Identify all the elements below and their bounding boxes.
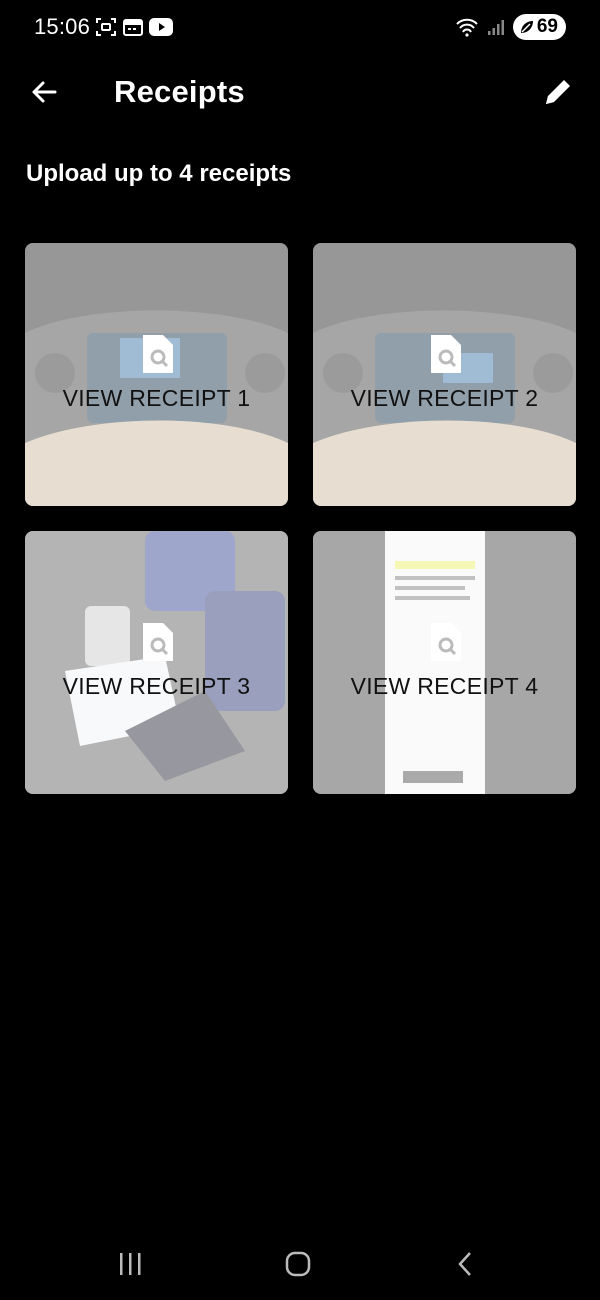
battery-level: 69: [536, 16, 558, 37]
system-back-button[interactable]: [436, 1244, 496, 1284]
wifi-icon: [456, 18, 478, 37]
youtube-icon: [149, 18, 173, 36]
edit-button[interactable]: [536, 70, 580, 114]
recent-apps-button[interactable]: [100, 1244, 160, 1284]
home-icon: [285, 1251, 311, 1277]
status-icons-right: 69: [455, 14, 566, 40]
battery-saver-leaf-icon: [520, 21, 533, 33]
arrow-left-icon: [32, 81, 57, 103]
status-icons-left: [95, 17, 173, 37]
status-bar: 15:06 69: [0, 0, 600, 56]
page-title: Receipts: [114, 74, 245, 109]
battery-indicator: 69: [512, 14, 566, 40]
receipt-card-2[interactable]: VIEW RECEIPT 2: [313, 243, 576, 506]
upload-instructions: Upload up to 4 receipts: [26, 160, 292, 187]
receipt-card-1[interactable]: VIEW RECEIPT 1: [25, 243, 288, 506]
view-receipt-label: VIEW RECEIPT 1: [62, 385, 251, 411]
view-receipt-label: VIEW RECEIPT 3: [62, 673, 251, 699]
receipt-card-4[interactable]: VIEW RECEIPT 4: [313, 531, 576, 794]
system-navigation-bar: [0, 1230, 600, 1300]
receipt-card-3[interactable]: VIEW RECEIPT 3: [25, 531, 288, 794]
recent-apps-icon: [120, 1253, 141, 1275]
app-bar: Receipts: [0, 56, 600, 128]
thumbnail-overlay: [25, 243, 288, 506]
screenshot-icon: [96, 18, 116, 36]
pencil-icon: [546, 80, 570, 104]
thumbnail-overlay: [313, 531, 576, 794]
status-time: 15:06: [34, 14, 91, 39]
document-search-icon: [431, 623, 461, 661]
back-button[interactable]: [22, 70, 66, 114]
back-icon: [458, 1252, 471, 1276]
signal-icon: [487, 20, 504, 35]
receipts-screen: 15:06 69 Receipts Upload up to 4 receipt…: [0, 0, 600, 1300]
view-receipt-label: VIEW RECEIPT 2: [350, 385, 539, 411]
calendar-icon: [123, 19, 143, 36]
thumbnail-overlay: [313, 243, 576, 506]
document-search-icon: [143, 335, 173, 373]
home-button[interactable]: [268, 1244, 328, 1284]
thumbnail-overlay: [25, 531, 288, 794]
document-search-icon: [143, 623, 173, 661]
view-receipt-label: VIEW RECEIPT 4: [350, 673, 539, 699]
document-search-icon: [431, 335, 461, 373]
